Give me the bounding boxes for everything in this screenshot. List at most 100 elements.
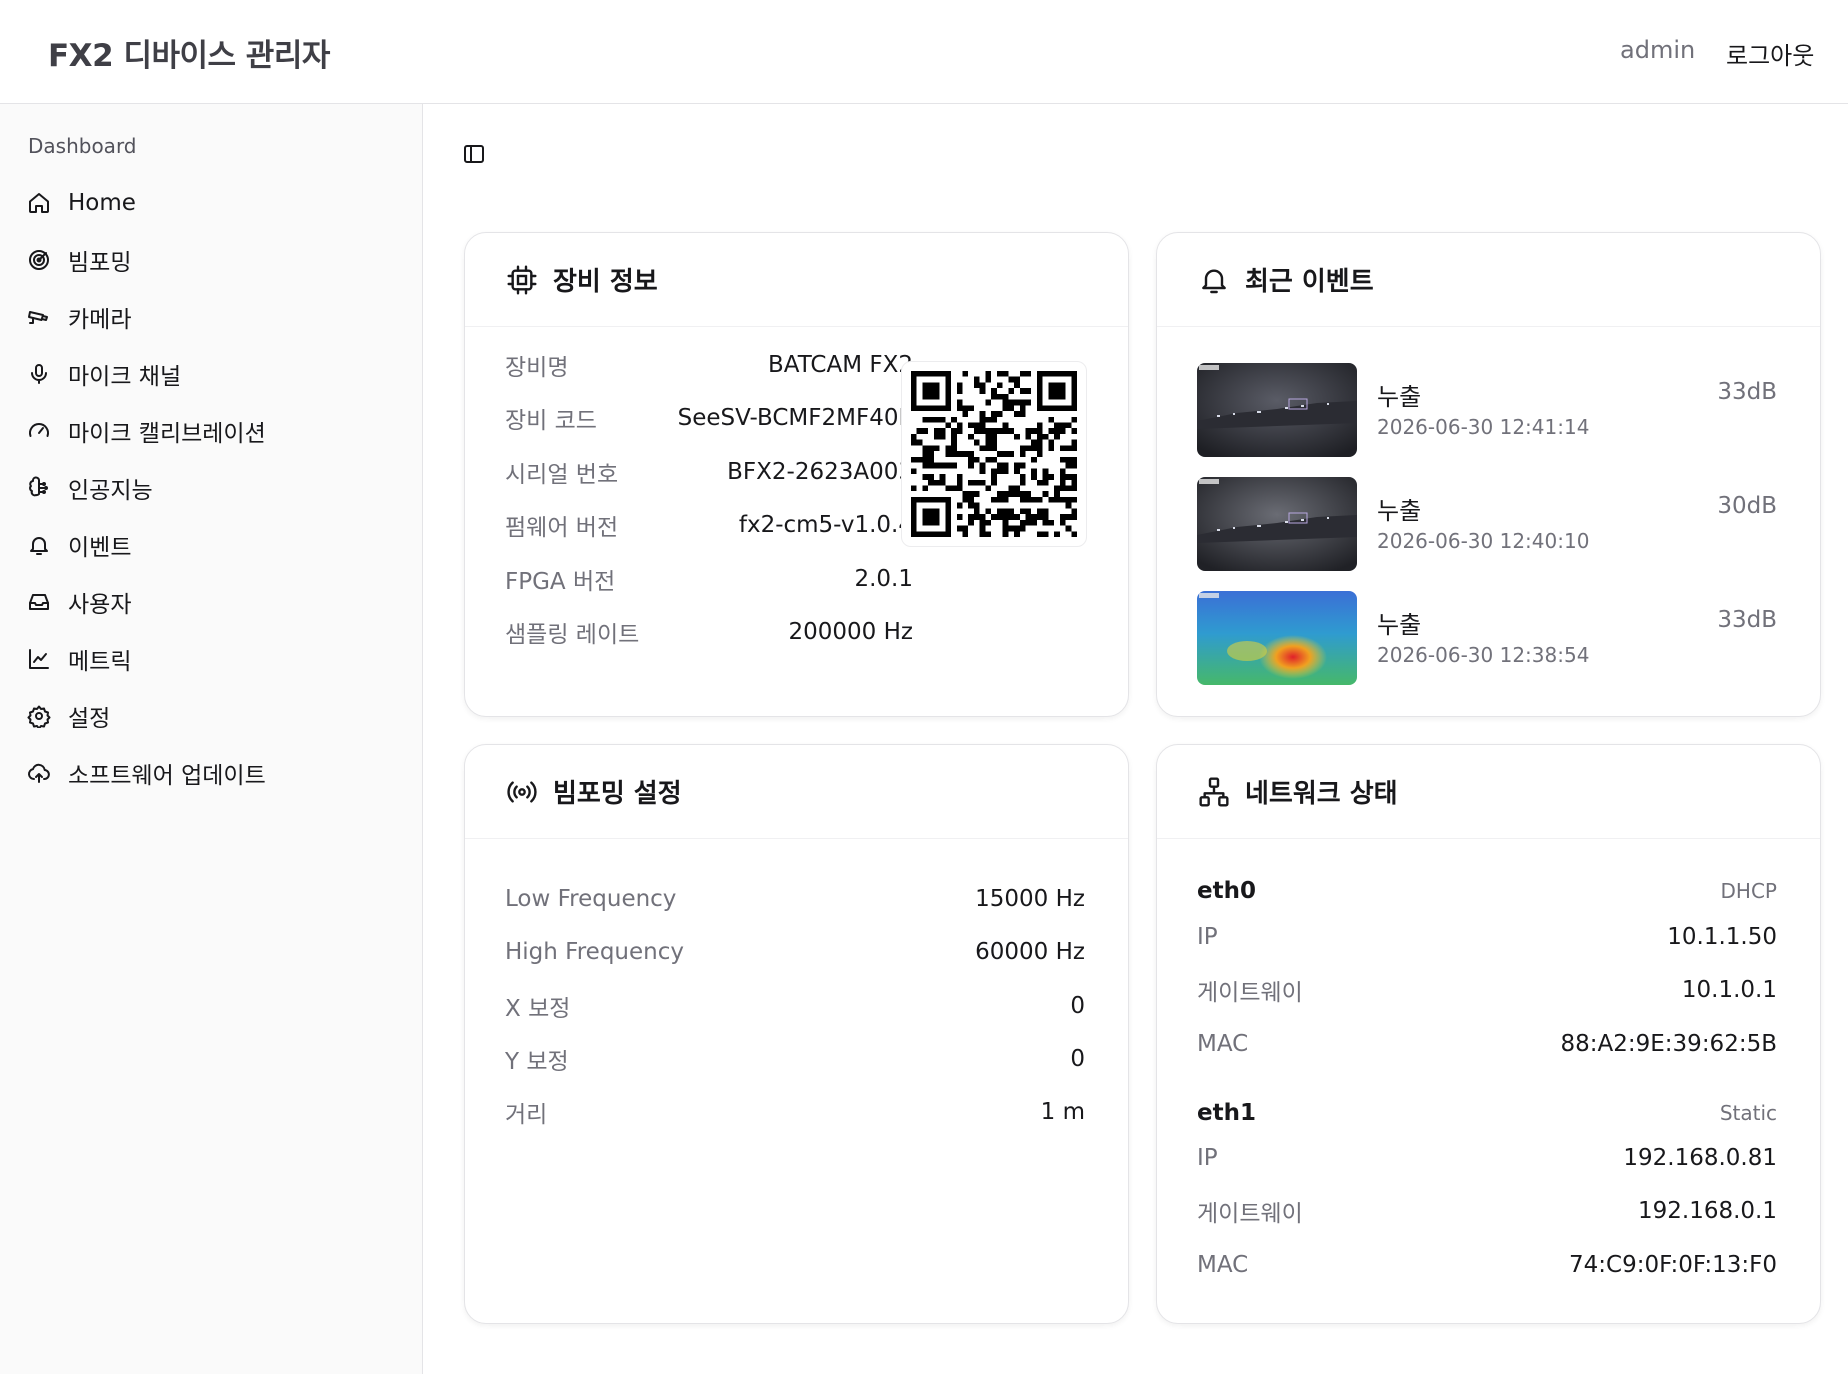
row-value: 192.168.0.81: [1623, 1145, 1777, 1171]
app-title: FX2 디바이스 관리자: [48, 38, 330, 74]
sidebar-item-home[interactable]: Home: [14, 174, 409, 231]
event-time: 2026-06-30 12:38:54: [1377, 643, 1590, 667]
current-user: admin: [1620, 36, 1696, 64]
card-title: 최근 이벤트: [1245, 267, 1374, 297]
sidebar: Dashboard Home 빔포밍 카메라 마이크 채널 마이크 캘리브레이션…: [0, 104, 423, 1374]
row-label: MAC: [1197, 1252, 1249, 1278]
event-level: 33dB: [1717, 379, 1777, 405]
row-value: 0: [1070, 993, 1085, 1019]
beam-row: Y 보정 0: [505, 1039, 1085, 1079]
beam-row: X 보정 0: [505, 986, 1085, 1026]
row-value: 192.168.0.1: [1638, 1198, 1777, 1224]
interface-header: eth1 Static: [1197, 1093, 1777, 1133]
network-row: IP 192.168.0.81: [1197, 1138, 1777, 1178]
cctv-icon: [26, 304, 52, 330]
row-label: Y 보정: [505, 1049, 569, 1075]
sidebar-toggle-button[interactable]: [458, 140, 490, 172]
row-label: Low Frequency: [505, 886, 677, 912]
event-thumbnail: [1197, 363, 1357, 457]
row-label: X 보정: [505, 996, 571, 1022]
event-item[interactable]: 누출 2026-06-30 12:41:14 33dB: [1197, 363, 1777, 457]
beam-row: 거리 1 m: [505, 1092, 1085, 1132]
row-label: IP: [1197, 924, 1218, 950]
device-info-card: 장비 정보 장비명 BATCAM FX2 장비 코드 SeeSV-BCMF2MF40…: [464, 232, 1129, 717]
beamforming-settings-card: 빔포밍 설정 Low Frequency 15000 Hz High Freque…: [464, 744, 1129, 1324]
sidebar-item-label: 사용자: [68, 591, 132, 618]
row-value: 74:C9:0F:0F:13:F0: [1569, 1252, 1777, 1278]
device-row: 샘플링 레이트 200000 Hz: [505, 612, 913, 652]
network-row: IP 10.1.1.50: [1197, 917, 1777, 957]
bell-icon: [1197, 263, 1231, 297]
home-icon: [26, 190, 52, 216]
event-item[interactable]: 누출 2026-06-30 12:38:54 33dB: [1197, 591, 1777, 685]
row-value: 1 m: [1040, 1099, 1085, 1125]
network-icon: [1197, 775, 1231, 809]
card-header: 장비 정보: [465, 233, 1128, 327]
row-value: 88:A2:9E:39:62:5B: [1560, 1031, 1778, 1057]
cpu-icon: [505, 263, 539, 297]
device-row: FPGA 버전 2.0.1: [505, 559, 913, 599]
radar-icon: [26, 247, 52, 273]
event-item[interactable]: 누출 2026-06-30 12:40:10 30dB: [1197, 477, 1777, 571]
sidebar-item-label: 마이크 캘리브레이션: [68, 420, 266, 447]
event-type: 누출: [1377, 497, 1422, 525]
sidebar-item-label: 빔포밍: [68, 249, 132, 276]
row-label: 거리: [505, 1102, 548, 1128]
card-title: 네트워크 상태: [1245, 779, 1398, 809]
gauge-icon: [26, 418, 52, 444]
card-title: 빔포밍 설정: [553, 779, 682, 809]
row-label: 장비 코드: [505, 408, 597, 434]
sidebar-item-mic-channel[interactable]: 마이크 채널: [14, 345, 409, 402]
beam-row: High Frequency 60000 Hz: [505, 932, 1085, 972]
event-thumbnail: [1197, 477, 1357, 571]
brain-icon: [26, 475, 52, 501]
bell-icon: [26, 532, 52, 558]
network-row: MAC 88:A2:9E:39:62:5B: [1197, 1024, 1777, 1064]
row-value: 2.0.1: [854, 566, 913, 592]
sidebar-item-camera[interactable]: 카메라: [14, 288, 409, 345]
interface-mode: DHCP: [1720, 879, 1777, 903]
interface-header: eth0 DHCP: [1197, 871, 1777, 911]
sidebar-item-label: 카메라: [68, 306, 132, 333]
qr-code: [901, 361, 1087, 547]
device-row: 장비 코드 SeeSV-BCMF2MF40E: [505, 398, 913, 438]
row-label: FPGA 버전: [505, 569, 616, 595]
sidebar-item-label: 인공지능: [68, 477, 153, 504]
broadcast-icon: [505, 775, 539, 809]
card-header: 최근 이벤트: [1157, 233, 1820, 327]
sidebar-item-ai[interactable]: 인공지능: [14, 459, 409, 516]
device-row: 시리얼 번호 BFX2-2623A003: [505, 452, 913, 492]
network-row: 게이트웨이 192.168.0.1: [1197, 1191, 1777, 1231]
inbox-icon: [26, 589, 52, 615]
gear-icon: [26, 703, 52, 729]
sidebar-item-metrics[interactable]: 메트릭: [14, 630, 409, 687]
sidebar-item-label: 소프트웨어 업데이트: [68, 762, 266, 789]
beam-row: Low Frequency 15000 Hz: [505, 879, 1085, 919]
event-type: 누출: [1377, 611, 1422, 639]
panel-left-icon: [462, 142, 486, 170]
row-value: 10.1.1.50: [1667, 924, 1777, 950]
row-label: 시리얼 번호: [505, 462, 619, 488]
sidebar-heading: Dashboard: [28, 134, 137, 158]
sidebar-item-settings[interactable]: 설정: [14, 687, 409, 744]
sidebar-item-mic-calibration[interactable]: 마이크 캘리브레이션: [14, 402, 409, 459]
event-time: 2026-06-30 12:41:14: [1377, 415, 1590, 439]
interface-mode: Static: [1719, 1101, 1777, 1125]
row-value: 10.1.0.1: [1681, 977, 1777, 1003]
sidebar-item-events[interactable]: 이벤트: [14, 516, 409, 573]
logout-button[interactable]: 로그아웃: [1726, 36, 1814, 71]
row-value: BATCAM FX2: [768, 352, 913, 378]
card-title: 장비 정보: [553, 267, 658, 297]
sidebar-item-beamforming[interactable]: 빔포밍: [14, 231, 409, 288]
device-row: 장비명 BATCAM FX2: [505, 345, 913, 385]
event-level: 30dB: [1717, 493, 1777, 519]
row-label: 샘플링 레이트: [505, 622, 640, 648]
sidebar-item-label: 마이크 채널: [68, 363, 182, 390]
network-row: MAC 74:C9:0F:0F:13:F0: [1197, 1245, 1777, 1285]
sidebar-item-software-update[interactable]: 소프트웨어 업데이트: [14, 744, 409, 801]
row-value: 200000 Hz: [788, 619, 913, 645]
line-chart-icon: [26, 646, 52, 672]
row-value: SeeSV-BCMF2MF40E: [677, 405, 913, 431]
cloud-upload-icon: [26, 760, 52, 786]
sidebar-item-users[interactable]: 사용자: [14, 573, 409, 630]
